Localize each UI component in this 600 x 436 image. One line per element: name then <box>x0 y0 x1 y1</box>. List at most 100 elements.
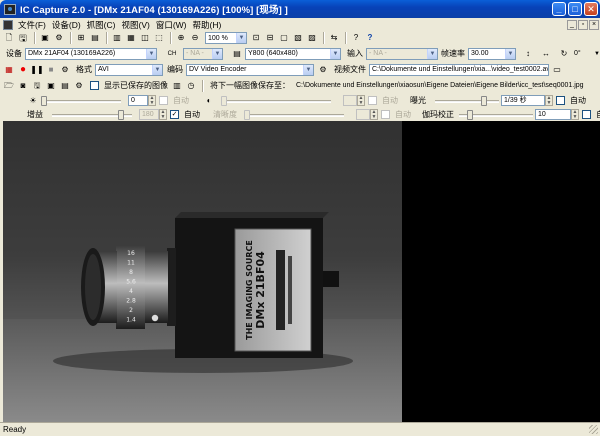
zoom-in-icon[interactable]: ⊕ <box>175 32 187 44</box>
show-saved-label: 显示已保存的图像 <box>104 81 168 90</box>
rotation-dropdown-icon[interactable]: ▼ <box>594 51 600 57</box>
grid-icon[interactable]: ▤ <box>89 32 101 44</box>
minimize-button[interactable]: _ <box>552 2 566 16</box>
video-format-select[interactable]: Y800 (640x480) ▼ <box>245 47 341 60</box>
codec-properties-icon[interactable]: ⚙ <box>317 64 329 76</box>
browse-folder-icon[interactable]: ▭ <box>551 64 563 76</box>
camera-top-edge <box>175 212 329 218</box>
window-icon[interactable]: ▢ <box>278 32 290 44</box>
device-properties-icon[interactable]: ⚙ <box>53 32 65 44</box>
gain-auto-checkbox[interactable]: ✓ <box>170 110 179 119</box>
menu-help[interactable]: 帮助(H) <box>190 19 225 31</box>
contrast-value[interactable] <box>343 95 357 106</box>
gamma-auto-checkbox[interactable] <box>582 110 591 119</box>
overlay-icon[interactable]: ⊞ <box>75 32 87 44</box>
film-icon[interactable]: ◫ <box>139 32 151 44</box>
document-icon[interactable] <box>3 19 13 30</box>
image-icon[interactable]: ▥ <box>111 32 123 44</box>
fullscreen-icon[interactable]: ⊟ <box>264 32 276 44</box>
new-icon[interactable]: 🗋 <box>3 32 15 44</box>
mdi-restore-button[interactable]: ▫ <box>578 19 588 30</box>
rotate-icon[interactable]: ↻ <box>558 48 570 60</box>
gamma-spin[interactable]: ▲ ▼ <box>571 109 579 120</box>
histogram-icon[interactable]: ▨ <box>306 32 318 44</box>
channel-select[interactable]: - NA - ▼ <box>183 47 223 60</box>
mdi-close-button[interactable]: × <box>589 19 599 30</box>
input-select[interactable]: - NA - ▼ <box>366 47 438 60</box>
menu-file[interactable]: 文件(F) <box>15 19 49 31</box>
separator <box>34 32 36 44</box>
menu-view[interactable]: 视图(V) <box>118 19 152 31</box>
exposure-value[interactable]: 1/39 秒 <box>501 95 545 106</box>
sharpness-slider[interactable] <box>244 109 344 120</box>
gamma-slider[interactable] <box>459 109 533 120</box>
device-icon[interactable]: ▣ <box>39 32 51 44</box>
camera-icon[interactable]: ◙ <box>17 80 29 92</box>
fit-icon[interactable]: ⊡ <box>250 32 262 44</box>
save-image-icon[interactable]: 🖫 <box>31 80 43 92</box>
record-settings-icon[interactable]: ⚙ <box>59 64 71 76</box>
sharpness-auto-checkbox[interactable] <box>381 110 390 119</box>
zoom-out-icon[interactable]: ⊖ <box>189 32 201 44</box>
contrast-slider[interactable] <box>221 95 331 106</box>
select-icon[interactable]: ⬚ <box>153 32 165 44</box>
show-saved-checkbox[interactable] <box>90 81 99 90</box>
chevron-down-icon: ▼ <box>146 48 156 59</box>
live-video-view[interactable]: THE IMAGING SOURCE DMx 21BF04 16 11 8 5.6 4 2… <box>3 121 402 422</box>
save-icon[interactable]: 🖫 <box>17 32 29 44</box>
record-format-select[interactable]: AVI ▼ <box>95 63 163 76</box>
gain-spin[interactable]: ▲ ▼ <box>159 109 167 120</box>
transfer-icon[interactable]: ⇆ <box>328 32 340 44</box>
mdi-minimize-button[interactable]: _ <box>567 19 577 30</box>
contrast-spin[interactable]: ▲ ▼ <box>357 95 365 106</box>
lens-screw <box>151 314 159 322</box>
gamma-value[interactable]: 10 <box>535 109 571 120</box>
flip-vertical-icon[interactable]: ↕ <box>522 48 534 60</box>
device-toolbar: 设备 DMx 21AF04 (130169A226) ▼ CH - NA - ▼… <box>0 46 600 61</box>
exposure-auto-checkbox[interactable] <box>556 96 565 105</box>
menu-window[interactable]: 窗口(W) <box>153 19 190 31</box>
exposure-slider[interactable] <box>435 95 499 106</box>
image-settings-icon[interactable]: ⚙ <box>73 80 85 92</box>
rotation-select[interactable]: 0° <box>572 48 594 60</box>
help-icon[interactable]: ? <box>364 32 376 44</box>
sequence-icon[interactable]: ▦ <box>125 32 137 44</box>
folder-settings-icon[interactable]: ▤ <box>59 80 71 92</box>
zoom-select[interactable]: 100 % ▼ <box>205 32 247 44</box>
help-pointer-icon[interactable]: ? <box>350 32 362 44</box>
device-select[interactable]: DMx 21AF04 (130169A226) ▼ <box>25 47 157 60</box>
record-icon[interactable]: ● <box>17 64 29 76</box>
menu-device[interactable]: 设备(D) <box>49 19 84 31</box>
open-folder-icon[interactable]: 🗁 <box>3 80 15 92</box>
clock-icon[interactable]: ◷ <box>185 80 197 92</box>
contrast-auto-checkbox[interactable] <box>368 96 377 105</box>
gain-slider[interactable] <box>52 109 132 120</box>
exposure-spin[interactable]: ▲ ▼ <box>545 95 553 106</box>
sharpness-value[interactable] <box>356 109 370 120</box>
lens-mark: 4 <box>129 288 133 295</box>
brightness-auto-checkbox[interactable] <box>159 96 168 105</box>
separator <box>323 32 325 44</box>
brightness-spin[interactable]: ▲ ▼ <box>148 95 156 106</box>
fps-select[interactable]: 30.00 ▼ <box>468 47 516 60</box>
tile-icon[interactable]: ▧ <box>292 32 304 44</box>
gain-value[interactable]: 180 <box>139 109 159 120</box>
resize-grip-icon[interactable] <box>589 425 598 434</box>
lens-mark: 1.4 <box>126 317 136 324</box>
stop-icon[interactable]: ■ <box>45 64 57 76</box>
pause-icon[interactable]: ❚❚ <box>30 64 43 76</box>
save-sequence-icon[interactable]: ▣ <box>45 80 57 92</box>
separator <box>202 79 204 92</box>
flip-horizontal-icon[interactable]: ↔ <box>540 48 552 60</box>
close-button[interactable]: ✕ <box>584 2 598 16</box>
film-strip-icon[interactable]: ▦ <box>3 64 15 76</box>
image-type-icon[interactable]: ▥ <box>171 80 183 92</box>
menu-capture[interactable]: 抓图(C) <box>84 19 119 31</box>
brightness-slider[interactable] <box>41 95 121 106</box>
brightness-value[interactable]: 0 <box>128 95 148 106</box>
codec-select[interactable]: DV Video Encoder ▼ <box>186 63 314 76</box>
video-file-path[interactable]: C:\Dokumente und Einstellungen\xia...\vi… <box>369 63 549 76</box>
sharpness-spin[interactable]: ▲ ▼ <box>370 109 378 120</box>
maximize-button[interactable]: □ <box>568 2 582 16</box>
chevron-down-icon: ▼ <box>152 64 162 75</box>
